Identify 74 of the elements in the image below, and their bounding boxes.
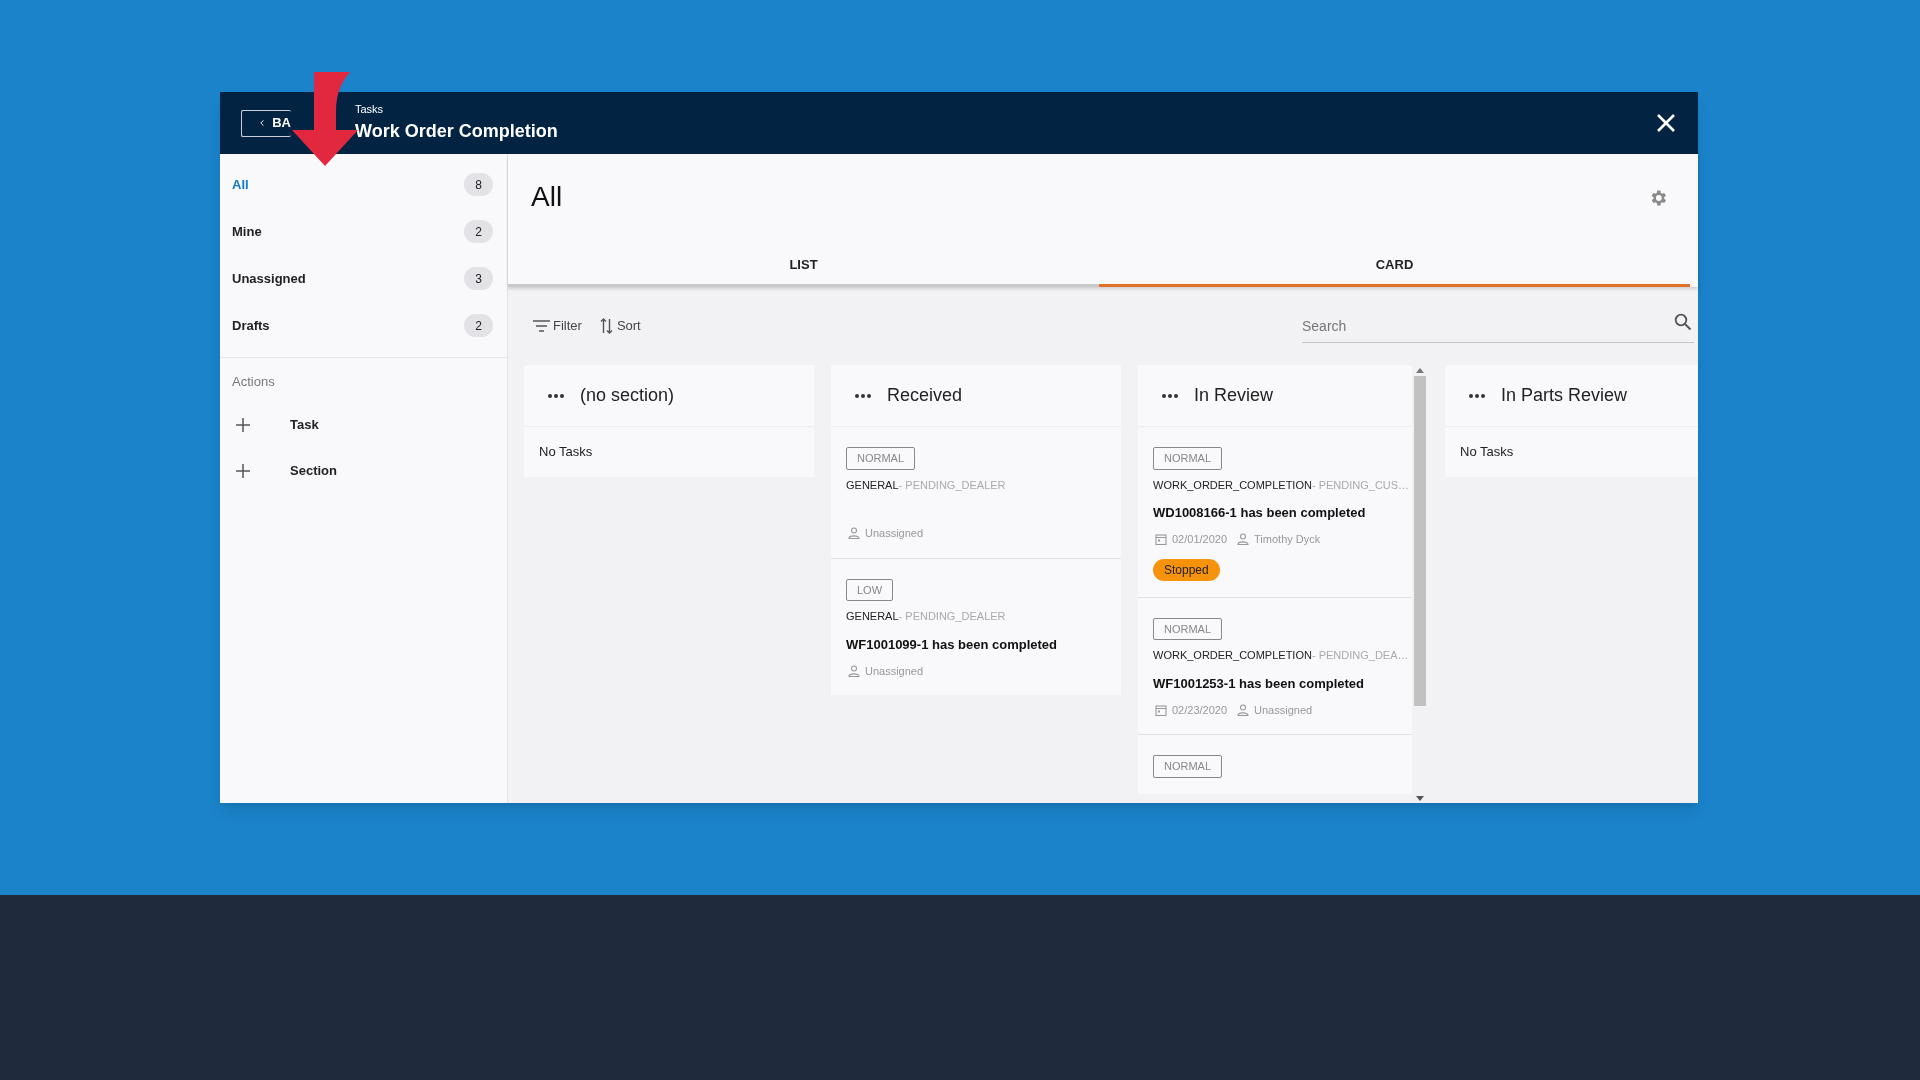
priority-tag: NORMAL xyxy=(1153,617,1223,640)
section-heading: Actions xyxy=(231,373,276,391)
scrollbar[interactable] xyxy=(1412,365,1428,803)
person-icon xyxy=(1237,533,1250,546)
task-card[interactable]: LOW GENERAL- PENDING_DEALER WF1001099-1 has been completed Unassigned xyxy=(831,558,1121,695)
breadcrumb: Tasks xyxy=(355,102,385,118)
calendar-icon xyxy=(1155,703,1167,716)
chevron-left-icon xyxy=(260,117,265,129)
task-status: - PENDING_DEALER xyxy=(898,609,1006,624)
scroll-down-icon xyxy=(1416,796,1424,801)
sidebar-item[interactable]: Mine 2 xyxy=(220,208,507,255)
plus-icon xyxy=(236,417,250,432)
filter-icon xyxy=(533,320,550,332)
page-heading: All xyxy=(531,180,563,214)
count-badge: 2 xyxy=(464,220,493,243)
task-title: WF1001099-1 has been completed xyxy=(846,636,1057,652)
more-icon[interactable] xyxy=(548,393,564,398)
priority-tag: LOW xyxy=(846,578,894,601)
due-date: 02/01/2020 xyxy=(1172,532,1228,547)
status-badge: Stopped xyxy=(1153,558,1220,581)
person-icon xyxy=(1237,703,1250,716)
column-title: (no section) xyxy=(580,384,675,407)
task-card[interactable]: NORMAL xyxy=(1138,735,1412,794)
back-button[interactable]: BA xyxy=(241,109,291,137)
sort-button[interactable]: Sort xyxy=(599,316,641,336)
column-title: In Parts Review xyxy=(1501,384,1628,407)
close-icon[interactable] xyxy=(1656,113,1676,133)
window-title: Work Order Completion xyxy=(355,119,558,143)
column-title: Received xyxy=(887,384,963,407)
count-badge: 8 xyxy=(464,173,493,196)
column-title: In Review xyxy=(1194,384,1274,407)
calendar-icon xyxy=(1155,533,1167,546)
assignee-label: Unassigned xyxy=(865,663,924,679)
search-icon[interactable] xyxy=(1674,313,1692,331)
task-card[interactable]: NORMAL WORK_ORDER_COMPLETION- PENDING_CUS… WD1008166-1 has been completed 02/01/2020 Timothy Dyck Stopped xyxy=(1138,427,1412,597)
empty-message: No Tasks xyxy=(1460,443,1514,462)
assignee-label: Unassigned xyxy=(1254,702,1313,718)
action-item[interactable]: Section xyxy=(220,447,507,494)
empty-message: No Tasks xyxy=(539,443,593,462)
person-icon xyxy=(848,527,860,540)
task-title: WF1001253-1 has been completed xyxy=(1153,675,1364,691)
count-badge: 2 xyxy=(464,314,493,337)
more-icon[interactable] xyxy=(1469,393,1485,398)
filter-button[interactable]: Filter xyxy=(533,316,582,336)
view-tab[interactable]: CARD xyxy=(1099,246,1690,287)
priority-tag: NORMAL xyxy=(1153,755,1223,778)
task-category: GENERAL xyxy=(846,477,899,493)
task-title: WD1008166-1 has been completed xyxy=(1153,505,1366,520)
action-item[interactable]: Task xyxy=(220,401,507,448)
more-icon[interactable] xyxy=(1162,393,1178,398)
assignee-label: Timothy Dyck xyxy=(1254,532,1321,547)
sidebar-item[interactable]: All 8 xyxy=(220,161,507,208)
sidebar-item[interactable]: Unassigned 3 xyxy=(220,255,507,302)
task-category: WORK_ORDER_COMPLETION xyxy=(1153,648,1312,663)
task-status: - PENDING_DEA… xyxy=(1311,648,1409,663)
search-field[interactable]: Search xyxy=(1302,309,1694,343)
task-category: GENERAL xyxy=(846,609,899,624)
scroll-up-icon xyxy=(1416,368,1424,373)
sidebar-item[interactable]: Drafts 2 xyxy=(220,302,507,349)
priority-tag: NORMAL xyxy=(846,447,916,470)
assignee-label: Unassigned xyxy=(865,526,924,541)
task-status: - PENDING_CUS… xyxy=(1311,477,1410,493)
priority-tag: NORMAL xyxy=(1153,447,1223,470)
view-tab[interactable]: LIST xyxy=(508,246,1099,287)
due-date: 02/23/2020 xyxy=(1172,702,1228,718)
task-status: - PENDING_DEALER xyxy=(898,477,1006,493)
task-card[interactable]: NORMAL WORK_ORDER_COMPLETION- PENDING_DEA… WF1001253-1 has been completed 02/23/2020 Unassigned xyxy=(1138,597,1412,734)
task-category: WORK_ORDER_COMPLETION xyxy=(1153,477,1312,493)
more-icon[interactable] xyxy=(855,393,871,398)
count-badge: 3 xyxy=(464,267,493,290)
person-icon xyxy=(848,664,860,677)
sort-icon xyxy=(599,318,613,334)
plus-icon xyxy=(236,463,250,478)
task-card[interactable]: NORMAL GENERAL- PENDING_DEALER Unassigned xyxy=(831,427,1121,558)
